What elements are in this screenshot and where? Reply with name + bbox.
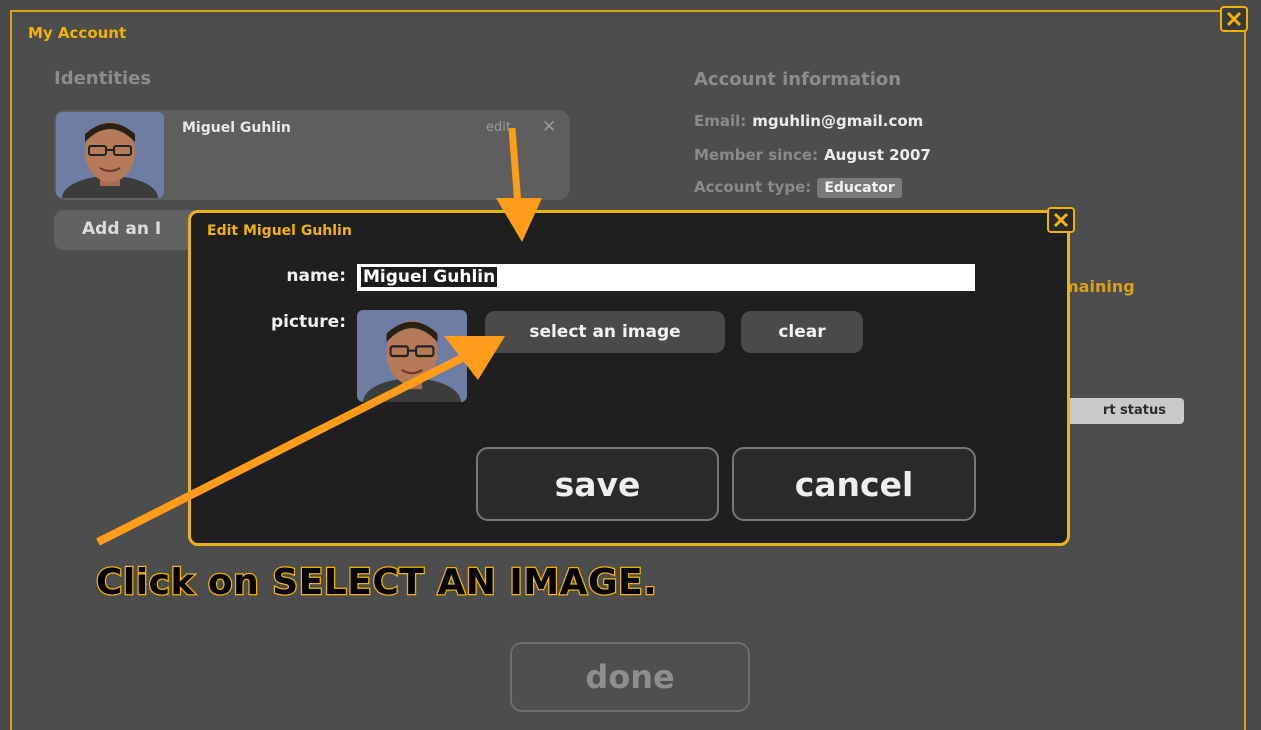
name-input-value: Miguel Guhlin <box>361 267 498 287</box>
remove-identity-icon[interactable]: ✕ <box>542 117 556 137</box>
window-close-button[interactable] <box>1220 6 1248 32</box>
email-row: Email: mguhlin@gmail.com <box>694 112 923 130</box>
close-icon <box>1226 11 1242 27</box>
dialog-title: Edit Miguel Guhlin <box>207 223 352 239</box>
edit-identity-link[interactable]: edit <box>486 120 511 135</box>
member-since-label: Member since: <box>694 146 819 164</box>
member-since-row: Member since: August 2007 <box>694 146 931 164</box>
edit-identity-dialog: Edit Miguel Guhlin name: Miguel Guhlin p… <box>188 207 1075 546</box>
status-button[interactable]: rt status <box>1058 398 1184 424</box>
status-button-label: rt status <box>1102 403 1166 418</box>
account-info-heading: Account information <box>694 69 902 90</box>
dialog-close-button[interactable] <box>1047 207 1075 233</box>
save-button[interactable]: save <box>476 447 719 521</box>
close-icon <box>1053 212 1069 228</box>
identities-heading: Identities <box>54 68 152 89</box>
window-title: My Account <box>28 24 127 42</box>
instruction-text: Click on SELECT AN IMAGE. <box>95 561 658 605</box>
email-value: mguhlin@gmail.com <box>752 112 924 130</box>
account-type-badge: Educator <box>817 178 902 198</box>
identity-name: Miguel Guhlin <box>182 120 291 136</box>
remaining-text: maining <box>1062 277 1135 296</box>
clear-button[interactable]: clear <box>741 311 863 353</box>
avatar-image <box>56 112 164 198</box>
account-type-row: Account type: Educator <box>694 178 902 198</box>
picture-preview <box>357 310 467 402</box>
avatar <box>56 112 164 198</box>
picture-label: picture: <box>270 312 346 332</box>
cancel-button[interactable]: cancel <box>732 447 976 521</box>
picture-preview-image <box>357 310 467 402</box>
member-since-value: August 2007 <box>824 146 931 164</box>
done-label: done <box>585 658 675 696</box>
identity-card[interactable]: Miguel Guhlin edit ✕ <box>54 110 570 200</box>
account-type-label: Account type: <box>694 178 812 196</box>
done-button[interactable]: done <box>510 642 750 712</box>
name-label: name: <box>286 266 346 286</box>
select-image-button[interactable]: select an image <box>485 311 725 353</box>
add-identity-label: Add an I <box>82 219 162 239</box>
email-label: Email: <box>694 112 747 130</box>
name-input[interactable]: Miguel Guhlin <box>357 264 975 291</box>
